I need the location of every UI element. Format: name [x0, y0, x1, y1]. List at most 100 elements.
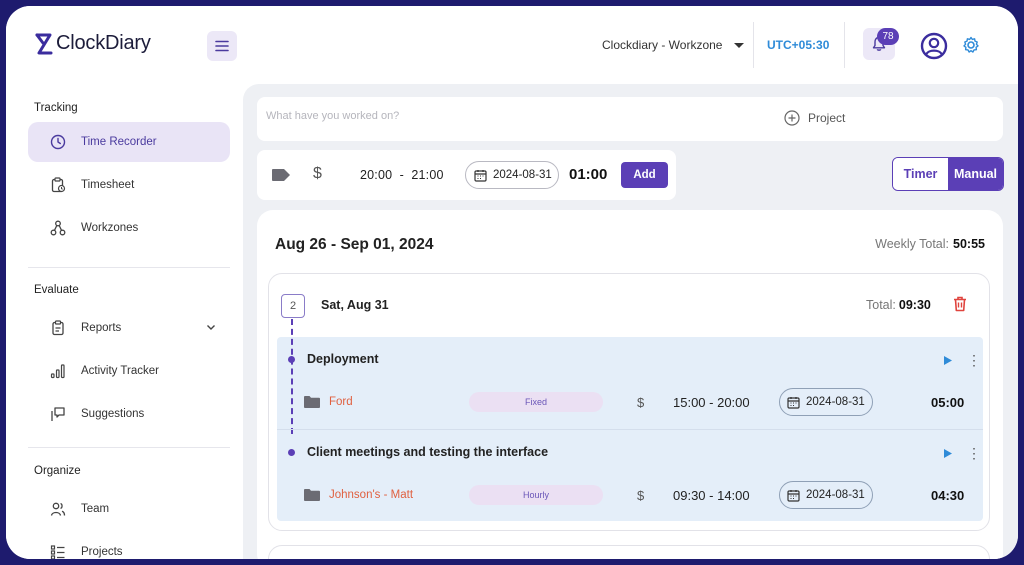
folder-icon: [304, 489, 320, 501]
day-card-next: [268, 545, 990, 559]
entry-time-range[interactable]: 09:30 - 14:00: [673, 488, 750, 503]
calendar-icon: [787, 489, 800, 502]
sidebar-item-label: Projects: [81, 546, 123, 558]
date-value: 2024-08-31: [493, 169, 552, 181]
main-content: Project $ 20:00 - 21:00 2024-08-31: [243, 84, 1018, 559]
sidebar-section-organize: Organize: [34, 465, 81, 477]
user-profile-icon[interactable]: [920, 32, 948, 60]
mode-toggle: Timer Manual: [892, 157, 1004, 191]
entry-duration: 04:30: [931, 488, 965, 503]
entry-time-range[interactable]: 15:00 - 20:00: [673, 395, 750, 410]
timeline-dot: [288, 356, 295, 363]
entry-title[interactable]: Client meetings and testing the interfac…: [307, 445, 548, 459]
sidebar-item-team[interactable]: Team: [28, 489, 230, 529]
more-options-icon[interactable]: ⋮: [967, 353, 981, 367]
sidebar-item-timesheet[interactable]: Timesheet: [28, 165, 230, 205]
entry-project[interactable]: Ford: [329, 396, 353, 408]
sidebar-item-label: Activity Tracker: [81, 365, 159, 377]
timer-mode-button[interactable]: Timer: [893, 158, 948, 190]
day-total-label: Total:: [866, 298, 896, 312]
billable-icon[interactable]: $: [637, 488, 644, 503]
start-time[interactable]: 20:00: [360, 168, 392, 182]
entry-title[interactable]: Deployment: [307, 352, 379, 366]
rate-type-badge[interactable]: Hourly: [469, 485, 603, 505]
play-icon[interactable]: [943, 355, 953, 366]
add-project-button[interactable]: Project: [784, 110, 845, 126]
billable-toggle-icon[interactable]: $: [313, 165, 322, 183]
entry-date: 2024-08-31: [806, 489, 865, 501]
play-icon[interactable]: [943, 448, 953, 459]
sidebar-item-label: Team: [81, 503, 110, 515]
app-name: ClockDiary: [56, 32, 151, 54]
sidebar-item-time-recorder[interactable]: Time Recorder: [28, 122, 230, 162]
sidebar-item-projects[interactable]: Projects: [28, 532, 230, 559]
date-picker[interactable]: 2024-08-31: [465, 161, 559, 189]
day-card: 2 Sat, Aug 31 Total: 09:30 Deployment ⋮ …: [268, 273, 990, 531]
sidebar-divider: [28, 267, 230, 268]
sidebar-divider: [28, 447, 230, 448]
clipboard-clock-icon: [51, 177, 66, 193]
entry-date-picker[interactable]: 2024-08-31: [779, 481, 873, 509]
app-window: ClockDiary Clockdiary - Workzone UTC+05:…: [6, 6, 1018, 559]
day-entry-count[interactable]: 2: [281, 294, 305, 318]
sidebar-item-label: Workzones: [81, 222, 139, 234]
bar-chart-icon: [50, 364, 65, 379]
chevron-down-icon: [207, 325, 215, 330]
sidebar-item-activity-tracker[interactable]: Activity Tracker: [28, 351, 230, 391]
weekly-total-label: Weekly Total:: [875, 237, 950, 251]
billable-icon[interactable]: $: [637, 395, 644, 410]
rate-type-badge[interactable]: Fixed: [469, 392, 603, 412]
time-entries-list: Deployment ⋮ Ford Fixed $ 15:00 - 20:00: [277, 319, 983, 521]
message-flag-icon: [51, 407, 65, 421]
hierarchy-icon: [50, 220, 66, 236]
tag-icon[interactable]: [271, 168, 291, 182]
sidebar-item-workzones[interactable]: Workzones: [28, 208, 230, 248]
entry-duration: 05:00: [931, 395, 965, 410]
week-range: Aug 26 - Sep 01, 2024: [275, 236, 434, 253]
menu-toggle-button[interactable]: [207, 31, 237, 61]
time-range[interactable]: 20:00 - 21:00: [360, 168, 444, 182]
chevron-down-icon: [734, 42, 745, 48]
sidebar-item-reports[interactable]: Reports: [28, 308, 230, 348]
description-input[interactable]: [266, 110, 666, 122]
gear-icon[interactable]: [962, 36, 980, 54]
top-header: ClockDiary Clockdiary - Workzone UTC+05:…: [6, 6, 1018, 84]
timeline-connector: [291, 319, 293, 434]
end-time[interactable]: 21:00: [411, 168, 443, 182]
workzone-name: Clockdiary - Workzone: [602, 38, 723, 52]
sidebar-item-label: Time Recorder: [81, 136, 157, 148]
header-divider: [844, 22, 845, 68]
entry-date-picker[interactable]: 2024-08-31: [779, 388, 873, 416]
more-options-icon[interactable]: ⋮: [967, 446, 981, 460]
entry-project[interactable]: Johnson's - Matt: [329, 489, 413, 501]
entry-date: 2024-08-31: [806, 396, 865, 408]
header-divider: [753, 22, 754, 68]
sidebar-section-tracking: Tracking: [34, 102, 78, 114]
workzone-selector[interactable]: Clockdiary - Workzone: [602, 38, 745, 52]
manual-mode-button[interactable]: Manual: [948, 158, 1003, 190]
timeline-dot: [288, 449, 295, 456]
timezone-label[interactable]: UTC+05:30: [767, 38, 829, 52]
sidebar-item-suggestions[interactable]: Suggestions: [28, 394, 230, 434]
entry-divider: [277, 429, 983, 430]
sidebar-item-label: Reports: [81, 322, 122, 334]
sidebar-item-label: Suggestions: [81, 408, 145, 420]
plus-circle-icon: [784, 110, 800, 126]
add-entry-button[interactable]: Add: [621, 162, 668, 188]
hourglass-logo-icon: [35, 33, 53, 54]
list-icon: [50, 545, 65, 559]
notification-count-badge: 78: [877, 28, 899, 45]
clipboard-icon: [52, 320, 64, 336]
sidebar: Tracking Time Recorder Timesheet Workzon…: [6, 84, 243, 559]
trash-icon[interactable]: [953, 296, 967, 312]
team-icon: [50, 502, 66, 516]
sidebar-section-evaluate: Evaluate: [34, 284, 79, 296]
day-total-value: 09:30: [898, 298, 931, 312]
time-separator: -: [399, 168, 405, 182]
duration-value: 01:00: [569, 166, 608, 183]
weekly-total-value: 50:55: [953, 237, 985, 251]
weekly-total: Weekly Total: 50:55: [875, 237, 985, 251]
hamburger-icon: [215, 40, 229, 52]
day-total: Total: 09:30: [866, 298, 931, 312]
app-logo[interactable]: ClockDiary: [34, 32, 151, 55]
